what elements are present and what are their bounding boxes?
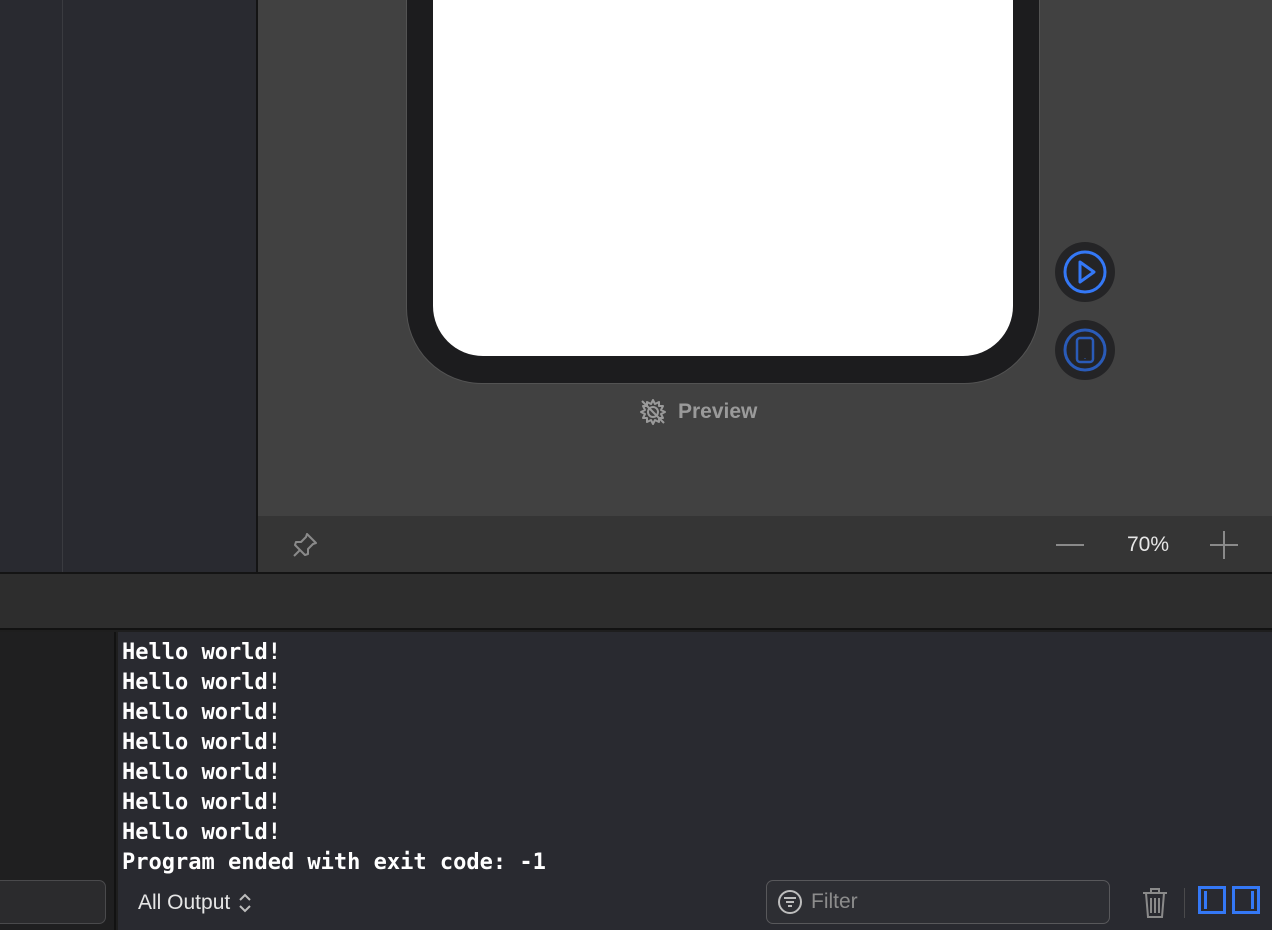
preview-disabled-gear-icon — [640, 399, 666, 425]
debug-bar — [0, 574, 1272, 630]
editor-left-column — [0, 0, 62, 572]
console-line: Hello world! — [122, 790, 281, 815]
output-selector-label: All Output — [138, 891, 231, 914]
filter-icon — [778, 890, 802, 914]
zoom-out-button[interactable] — [1054, 530, 1086, 560]
console-line: Hello world! — [122, 730, 281, 755]
console-filter-field[interactable] — [766, 880, 1110, 924]
pin-preview-button[interactable] — [290, 530, 320, 560]
minus-icon — [1056, 544, 1084, 546]
console-line: Hello world! — [122, 670, 281, 695]
console-line: Hello world! — [122, 760, 281, 785]
zoom-in-button[interactable] — [1208, 530, 1240, 560]
console-pane: Hello world! Hello world! Hello world! H… — [118, 632, 1272, 930]
variables-filter-field[interactable] — [0, 880, 106, 924]
show-console-view-button[interactable] — [1232, 886, 1260, 914]
canvas-toolbar: 70% — [258, 516, 1272, 572]
preview-label: Preview — [638, 396, 757, 428]
play-circle-icon — [1063, 250, 1107, 294]
console-line-clipped — [122, 626, 1262, 638]
variables-view — [0, 632, 116, 930]
show-variables-view-button[interactable] — [1198, 886, 1226, 914]
console-output[interactable]: Hello world! Hello world! Hello world! H… — [122, 626, 1262, 876]
device-settings-button[interactable] — [1055, 320, 1115, 380]
console-line: Program ended with exit code: -1 — [122, 850, 546, 875]
xcode-window: Preview 70% Hello world! Hello world! He… — [0, 0, 1272, 930]
editor-pane[interactable] — [62, 0, 257, 572]
clear-console-button[interactable] — [1140, 886, 1170, 920]
device-screen[interactable] — [433, 0, 1013, 356]
plus-icon — [1210, 531, 1238, 559]
footer-separator — [1184, 888, 1185, 918]
device-frame — [406, 0, 1040, 384]
pin-icon — [293, 533, 317, 557]
trash-icon — [1143, 888, 1167, 918]
preview-canvas: Preview — [258, 0, 1272, 516]
device-settings-icon — [1063, 328, 1107, 372]
console-line: Hello world! — [122, 820, 281, 845]
preview-text: Preview — [678, 400, 758, 423]
console-filter-input[interactable] — [811, 890, 1091, 914]
console-line: Hello world! — [122, 640, 281, 665]
output-selector[interactable]: All Output — [138, 886, 252, 920]
chevron-up-down-icon — [239, 893, 251, 913]
console-line: Hello world! — [122, 700, 281, 725]
live-preview-button[interactable] — [1055, 242, 1115, 302]
zoom-level[interactable]: 70% — [1118, 530, 1178, 560]
console-footer: All Output — [118, 880, 1272, 930]
